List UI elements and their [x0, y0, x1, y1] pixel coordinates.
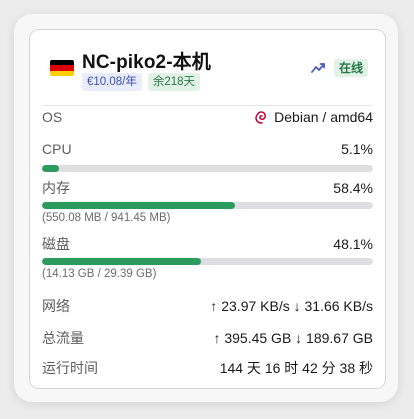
- server-name: NC-piko2-本机: [82, 52, 211, 73]
- cpu-percent: 5.1%: [341, 141, 373, 157]
- os-label: OS: [42, 109, 63, 125]
- cpu-label: CPU: [42, 141, 72, 157]
- cpu-progress-bar: [42, 165, 373, 172]
- uptime-value: 144 天 16 时 42 分 38 秒: [219, 360, 373, 376]
- os-value-group: Debian / amd64: [253, 109, 373, 125]
- uptime-label: 运行时间: [42, 360, 98, 376]
- cpu-row: CPU 5.1%: [42, 141, 373, 157]
- disk-row: 磁盘 48.1%: [42, 234, 373, 254]
- disk-label: 磁盘: [42, 236, 70, 252]
- price-badge: €10.08/年: [82, 73, 142, 91]
- os-value: Debian / amd64: [274, 109, 373, 125]
- server-card[interactable]: NC-piko2-本机 €10.08/年 余218天 在线 OS Debian …: [29, 29, 386, 389]
- network-value: ↑ 23.97 KB/s ↓ 31.66 KB/s: [210, 298, 373, 314]
- network-row: 网络 ↑ 23.97 KB/s ↓ 31.66 KB/s: [42, 296, 373, 316]
- os-row: OS Debian / amd64: [42, 109, 373, 125]
- memory-percent: 58.4%: [333, 180, 373, 196]
- flag-stripe-gold: [50, 70, 74, 76]
- disk-progress-fill: [42, 258, 202, 265]
- header-divider: [42, 105, 373, 106]
- disk-percent: 48.1%: [333, 236, 373, 252]
- memory-row: 内存 58.4%: [42, 178, 373, 198]
- billing-badges: €10.08/年 余218天: [82, 73, 201, 91]
- germany-flag-icon: [50, 60, 74, 76]
- traffic-row: 总流量 ↑ 395.45 GB ↓ 189.67 GB: [42, 328, 373, 348]
- disk-progress-bar: [42, 258, 373, 265]
- memory-detail: (550.08 MB / 941.45 MB): [42, 212, 171, 224]
- memory-progress-fill: [42, 202, 236, 209]
- memory-label: 内存: [42, 180, 70, 196]
- memory-progress-bar: [42, 202, 373, 209]
- debian-swirl-icon: [255, 111, 267, 124]
- traffic-value: ↑ 395.45 GB ↓ 189.67 GB: [213, 330, 373, 346]
- network-label: 网络: [42, 298, 70, 314]
- traffic-label: 总流量: [42, 330, 84, 346]
- disk-detail: (14.13 GB / 29.39 GB): [42, 268, 157, 280]
- cpu-progress-fill: [42, 165, 59, 172]
- trend-chart-icon[interactable]: [311, 62, 325, 74]
- uptime-row: 运行时间 144 天 16 时 42 分 38 秒: [42, 358, 373, 378]
- online-status-badge: 在线: [334, 59, 369, 77]
- remaining-days-badge: 余218天: [147, 73, 201, 91]
